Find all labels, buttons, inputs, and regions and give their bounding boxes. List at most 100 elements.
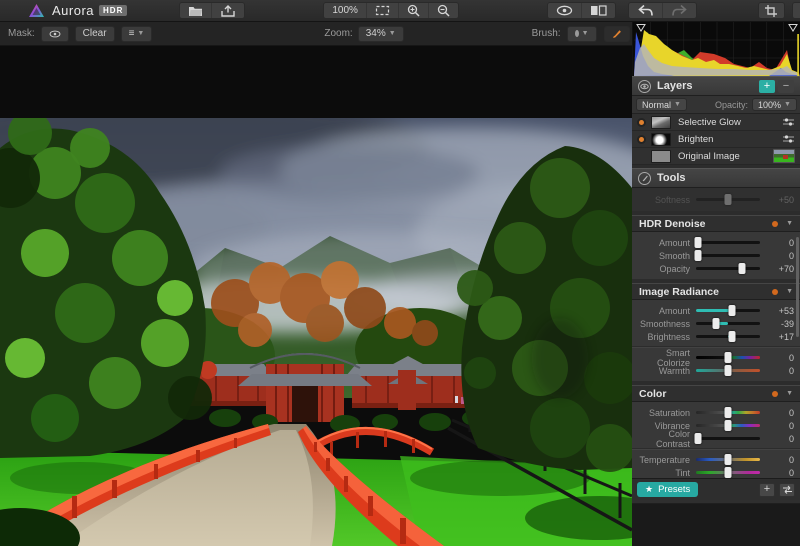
chevron-down-icon: ▼ [786, 288, 793, 295]
adjustment-section: Color ▼ Saturation 0 Vibrance 0 Color Co… [632, 385, 800, 483]
zoom-out-icon [437, 4, 450, 17]
section-header[interactable]: Image Radiance ▼ [632, 283, 800, 300]
section-title: HDR Denoise [639, 218, 772, 230]
panel-scrollbar[interactable] [796, 237, 799, 337]
zoom-button-group: 100% [323, 2, 459, 19]
slider-handle[interactable] [725, 365, 732, 376]
remove-layer-button[interactable]: − [778, 80, 794, 93]
photo-byodo-in-temple[interactable] [0, 118, 632, 546]
fit-screen-button[interactable] [366, 3, 398, 18]
open-file-button[interactable] [180, 3, 211, 18]
opacity-select[interactable]: 100% ▼ [752, 98, 797, 111]
slider-handle[interactable] [729, 331, 736, 342]
layer-thumbnail [651, 133, 671, 146]
section-header[interactable]: Color ▼ [632, 385, 800, 402]
slider-handle[interactable] [725, 454, 732, 465]
layer-active-indicator[interactable] [637, 118, 646, 127]
compare-button[interactable] [581, 3, 615, 18]
slider-track[interactable] [696, 335, 760, 338]
chevron-down-icon: ▼ [389, 30, 396, 37]
layer-row[interactable]: Selective Glow [632, 114, 800, 131]
slider-handle[interactable] [694, 433, 701, 444]
slider-track[interactable] [696, 369, 760, 372]
tools-panel-header: Tools [632, 168, 800, 188]
layer-row[interactable]: Original Image [632, 148, 800, 165]
slider-handle[interactable] [725, 352, 732, 363]
slider-track[interactable] [696, 424, 760, 427]
slider-handle[interactable] [725, 407, 732, 418]
layer-thumbnail [651, 150, 671, 163]
mask-eye-icon [49, 29, 61, 39]
add-layer-button[interactable]: + [759, 80, 775, 93]
brush-size-icon [575, 30, 579, 37]
softness-row-disabled: Softness +50 [632, 188, 800, 211]
section-title: Color [639, 388, 772, 400]
slider-handle[interactable] [725, 420, 732, 431]
paint-brush-button[interactable] [604, 26, 630, 42]
zoom-select-value: 34% [366, 28, 386, 39]
section-header[interactable]: HDR Denoise ▼ [632, 215, 800, 232]
zoom-out-button[interactable] [428, 3, 458, 18]
slider-track[interactable] [696, 309, 760, 312]
slider-value: 0 [760, 366, 794, 376]
mask-visibility-button[interactable] [41, 26, 69, 42]
layer-settings-icon[interactable] [782, 134, 795, 144]
section-body: Amount 0 Smooth 0 Opacity +70 [632, 232, 800, 279]
hand-tool-button[interactable] [792, 2, 800, 19]
brush-size-select[interactable]: ▼ [567, 26, 597, 42]
redo-button[interactable] [662, 3, 696, 18]
layers-panel: Layers + − Normal ▼ Opacity: 100% ▼ ≡ ▼ … [632, 76, 800, 165]
slider-track[interactable] [696, 458, 760, 461]
export-button[interactable] [211, 3, 244, 18]
layers-title: Layers [657, 80, 759, 92]
zoom-in-button[interactable] [398, 3, 428, 18]
zoom-level-button[interactable]: 100% [324, 3, 366, 18]
histogram[interactable] [632, 22, 800, 76]
slider-track[interactable] [696, 356, 760, 359]
slider-handle[interactable] [729, 305, 736, 316]
slider-handle[interactable] [739, 263, 746, 274]
hamburger-icon: ≡ [129, 28, 135, 39]
slider-label: Opacity [632, 264, 696, 274]
slider-track[interactable] [696, 267, 760, 270]
crop-tool-button[interactable] [758, 2, 785, 19]
mask-menu-button[interactable]: ≡ ▼ [121, 26, 153, 42]
tool-buttons [751, 2, 800, 19]
slider-track[interactable] [696, 411, 760, 414]
zoom-level-value: 100% [332, 5, 358, 16]
crop-icon [764, 4, 778, 18]
slider-value: 0 [760, 434, 794, 444]
presets-button[interactable]: ★ Presets [637, 482, 698, 497]
slider-handle[interactable] [725, 467, 732, 478]
layer-photo-thumbnail [773, 149, 795, 163]
blend-mode-select[interactable]: Normal ▼ [636, 98, 687, 111]
app-brand: Aurora HDR [28, 3, 127, 18]
preview-button[interactable] [548, 3, 581, 18]
app-title: Aurora [52, 3, 94, 18]
slider-handle[interactable] [694, 237, 701, 248]
slider-track[interactable] [696, 322, 760, 325]
slider-track[interactable] [696, 471, 760, 474]
undo-button[interactable] [629, 3, 662, 18]
zoom-in-icon [407, 4, 420, 17]
image-canvas[interactable] [0, 46, 632, 500]
slider-row: Color Contrast 0 [632, 432, 800, 445]
slider-track[interactable] [696, 241, 760, 244]
softness-slider[interactable] [696, 198, 760, 201]
slider-handle[interactable] [694, 250, 701, 261]
slider-label: Amount [632, 306, 696, 316]
add-preset-button[interactable]: + [759, 483, 775, 497]
slider-track[interactable] [696, 254, 760, 257]
layer-list: Selective Glow Brighten Original Image [632, 114, 800, 165]
slider-handle[interactable] [713, 318, 720, 329]
layer-settings-icon[interactable] [782, 117, 795, 127]
sync-presets-button[interactable] [779, 483, 795, 497]
zoom-select[interactable]: 34% ▼ [358, 26, 404, 42]
layer-active-indicator[interactable] [637, 135, 646, 144]
opacity-label: Opacity: [715, 100, 748, 110]
slider-value: 0 [760, 468, 794, 478]
layer-row[interactable]: Brighten [632, 131, 800, 148]
mask-clear-button[interactable]: Clear [75, 26, 115, 42]
slider-track[interactable] [696, 437, 760, 440]
preview-button-group [547, 2, 616, 19]
